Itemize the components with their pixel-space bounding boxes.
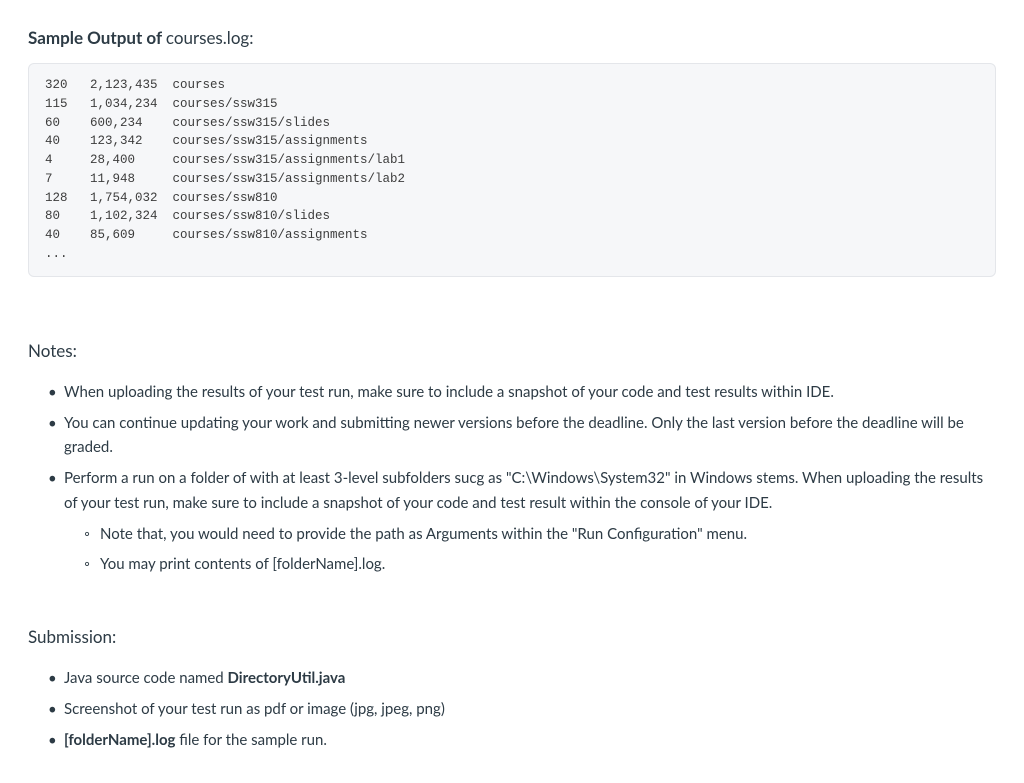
list-item: You may print contents of [folderName].l… bbox=[84, 552, 996, 577]
notes-heading: Notes: bbox=[28, 337, 996, 364]
heading-filename: courses.log: bbox=[166, 27, 254, 48]
list-item: Note that, you would need to provide the… bbox=[84, 522, 996, 547]
list-item: You can continue updating your work and … bbox=[48, 411, 996, 461]
list-item: Perform a run on a folder of with at lea… bbox=[48, 466, 996, 577]
notes-sublist: Note that, you would need to provide the… bbox=[64, 522, 996, 578]
code-output-block: 320 2,123,435 courses 115 1,034,234 cour… bbox=[28, 63, 996, 277]
item-bold: [folderName].log bbox=[64, 731, 175, 749]
heading-bold: Sample Output of bbox=[28, 27, 166, 48]
sample-output-heading: Sample Output of courses.log: bbox=[28, 24, 996, 51]
list-item: When uploading the results of your test … bbox=[48, 380, 996, 405]
item-prefix: Java source code named bbox=[64, 669, 228, 687]
submission-list: Java source code named DirectoryUtil.jav… bbox=[28, 666, 996, 752]
list-item: [folderName].log file for the sample run… bbox=[48, 728, 996, 753]
submission-heading: Submission: bbox=[28, 623, 996, 650]
list-item: Screenshot of your test run as pdf or im… bbox=[48, 697, 996, 722]
list-item-text: Perform a run on a folder of with at lea… bbox=[64, 469, 983, 512]
item-bold: DirectoryUtil.java bbox=[228, 669, 346, 687]
item-suffix: file for the sample run. bbox=[175, 731, 326, 749]
list-item: Java source code named DirectoryUtil.jav… bbox=[48, 666, 996, 691]
notes-list: When uploading the results of your test … bbox=[28, 380, 996, 577]
